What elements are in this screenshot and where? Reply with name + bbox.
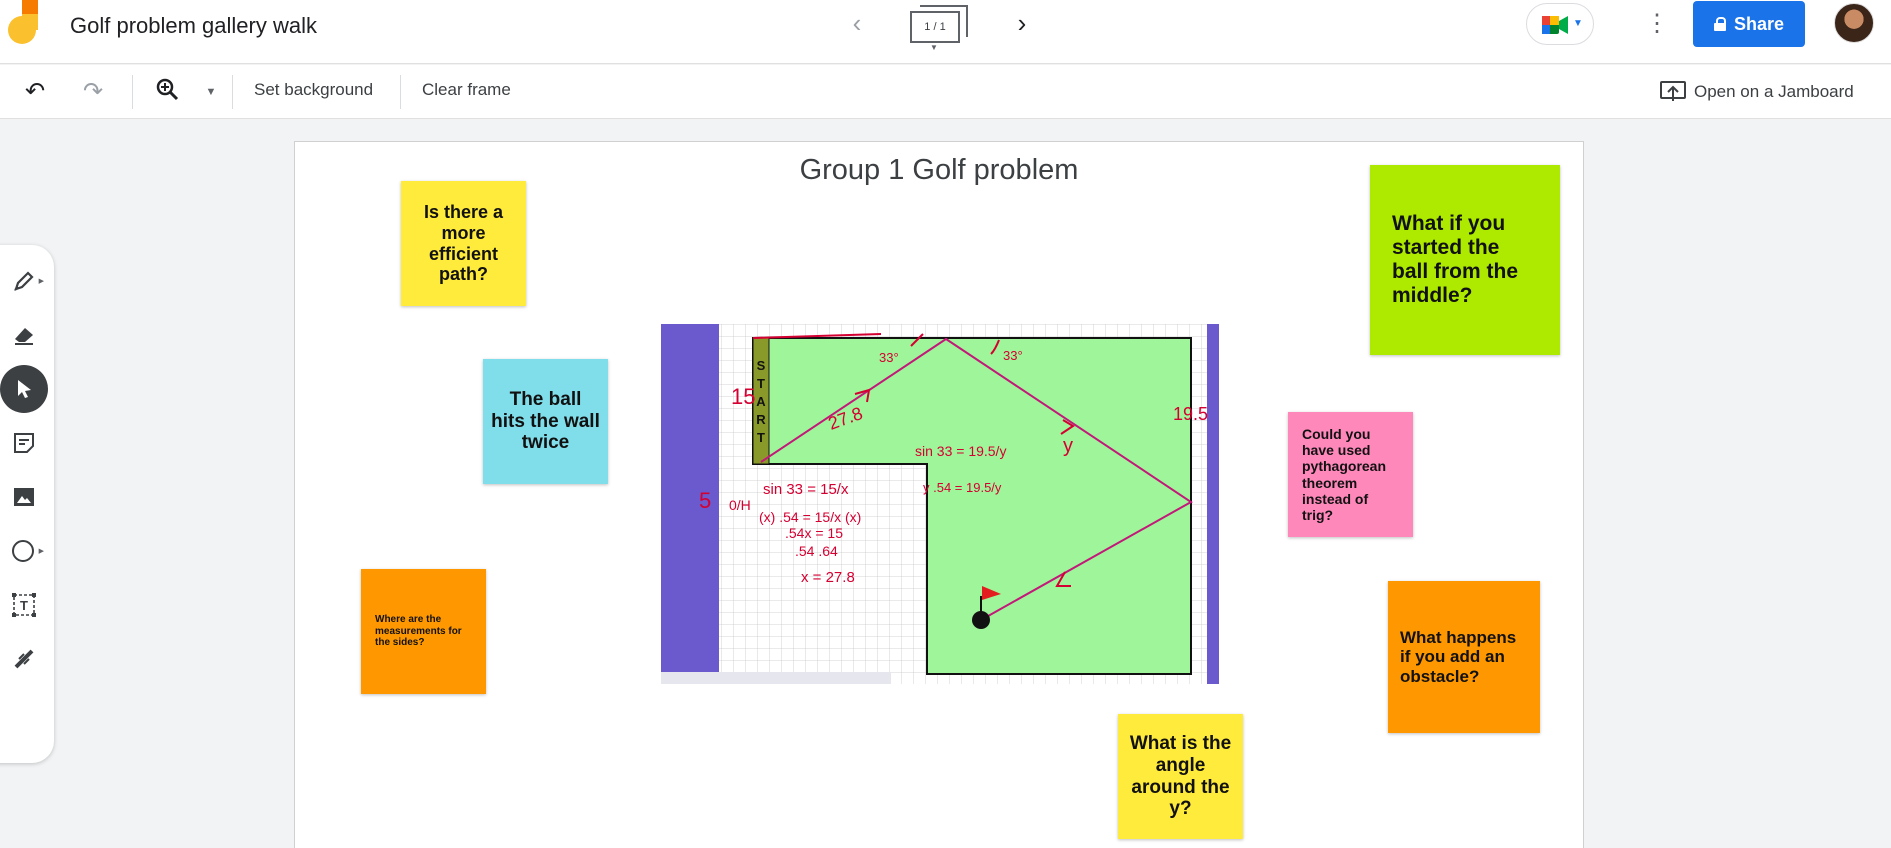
tool-rail: ▶ ▶ T: [0, 245, 54, 763]
svg-text:y .54 = 19.5/y: y .54 = 19.5/y: [923, 480, 1002, 495]
svg-text:33°: 33°: [1003, 348, 1023, 363]
open-on-jamboard-button[interactable]: Open on a Jamboard: [1660, 77, 1854, 107]
image-bottom-strip: [661, 672, 891, 684]
cursor-arrow-icon: [18, 380, 31, 398]
eraser-icon: [15, 328, 33, 345]
open-jamboard-label: Open on a Jamboard: [1694, 82, 1854, 101]
laser-tool-button[interactable]: [0, 635, 48, 683]
svg-text:33°: 33°: [879, 350, 899, 365]
golf-diagram-svg: S T A R T 15 33° 33° 27.8 19.5 y 5 0/H s…: [661, 324, 1219, 684]
svg-text:T: T: [757, 430, 765, 445]
sticky-note-text: Is there a more efficient path?: [423, 202, 504, 285]
previous-frame-button[interactable]: ‹: [843, 10, 871, 38]
shape-tool-button[interactable]: ▶: [0, 527, 48, 575]
select-tool-button[interactable]: [0, 365, 48, 413]
text-box-tool-button[interactable]: T: [0, 581, 48, 629]
sticky-note-text: What happens if you add an obstacle?: [1400, 627, 1517, 686]
svg-text:.54 .64: .54 .64: [795, 543, 838, 559]
sticky-note-text: What if you started the ball from the mi…: [1392, 211, 1519, 308]
zoom-chevron-down-icon[interactable]: ▼: [196, 77, 226, 107]
clear-frame-button[interactable]: Clear frame: [422, 80, 511, 100]
svg-text:S: S: [757, 358, 766, 373]
next-frame-button[interactable]: ›: [1008, 10, 1036, 38]
svg-text:x = 27.8: x = 27.8: [801, 569, 855, 586]
sticky-note-hits-wall[interactable]: The ball hits the wall twice: [483, 359, 608, 484]
shape-caret-icon: ▶: [38, 548, 44, 555]
svg-text:19.5: 19.5: [1173, 404, 1208, 424]
svg-text:sin 33 = 19.5/y: sin 33 = 19.5/y: [915, 443, 1006, 459]
toolbar-divider: [400, 75, 401, 109]
open-jamboard-icon: [1660, 81, 1686, 101]
text-box-icon: T: [12, 593, 36, 617]
share-button[interactable]: Share: [1693, 1, 1805, 47]
zoom-icon[interactable]: [152, 77, 182, 107]
svg-text:R: R: [756, 412, 766, 427]
svg-text:T: T: [757, 376, 765, 391]
svg-text:0/H: 0/H: [729, 497, 751, 513]
eraser-tool-button[interactable]: [0, 311, 48, 359]
pen-icon: [14, 271, 34, 291]
purple-band-right: [1207, 324, 1219, 684]
image-icon: [14, 488, 34, 506]
chevron-down-icon: ▼: [930, 43, 938, 52]
pen-tool-button[interactable]: ▶: [0, 257, 48, 305]
more-options-icon[interactable]: ⋮: [1645, 8, 1669, 40]
svg-text:sin 33 = 15/x: sin 33 = 15/x: [763, 481, 849, 498]
pen-caret-icon: ▶: [38, 278, 44, 285]
golf-course-drawing[interactable]: S T A R T 15 33° 33° 27.8 19.5 y 5 0/H s…: [661, 324, 1219, 684]
meet-button[interactable]: ▼: [1526, 3, 1594, 45]
top-bar: Golf problem gallery walk ‹ 1 / 1 ▼ › ▼ …: [0, 0, 1891, 64]
sticky-note-text: Where are the measurements for the sides…: [375, 614, 462, 649]
sticky-note-tool-button[interactable]: [0, 419, 48, 467]
sticky-note-start-middle[interactable]: What if you started the ball from the mi…: [1370, 165, 1560, 355]
share-label: Share: [1733, 13, 1785, 34]
frame-counter-label: 1 / 1: [910, 11, 960, 43]
toolbar-divider: [232, 75, 233, 109]
redo-icon[interactable]: ↷: [78, 77, 108, 107]
circle-shape-icon: [12, 540, 34, 562]
avatar[interactable]: [1834, 3, 1874, 43]
lock-icon: [1713, 17, 1726, 31]
sticky-note-measurements[interactable]: Where are the measurements for the sides…: [361, 569, 486, 694]
frame-counter-button[interactable]: 1 / 1 ▼: [910, 5, 970, 52]
sticky-note-text: The ball hits the wall twice: [491, 388, 600, 454]
sticky-note-pythagorean[interactable]: Could you have used pythagorean theorem …: [1288, 412, 1413, 537]
svg-text:A: A: [756, 394, 766, 409]
sticky-note-obstacle[interactable]: What happens if you add an obstacle?: [1388, 581, 1540, 733]
set-background-button[interactable]: Set background: [254, 80, 373, 100]
toolbar-divider: [132, 75, 133, 109]
sticky-note-icon: [14, 433, 34, 453]
jam-frame-canvas[interactable]: Group 1 Golf problem S T A R T 15 33° 33…: [294, 141, 1584, 848]
svg-text:T: T: [20, 598, 28, 613]
sticky-note-efficient-path[interactable]: Is there a more efficient path?: [401, 181, 526, 306]
laser-icon: [14, 649, 34, 669]
svg-text:y: y: [1063, 435, 1073, 457]
image-tool-button[interactable]: [0, 473, 48, 521]
sticky-note-text: Could you have used pythagorean theorem …: [1302, 426, 1387, 523]
svg-text:15: 15: [731, 384, 755, 409]
svg-text:.54x = 15: .54x = 15: [785, 525, 843, 541]
svg-text:(x) .54 = 15/x (x): (x) .54 = 15/x (x): [759, 509, 861, 525]
jamboard-logo-icon[interactable]: [8, 0, 42, 48]
toolbar: ↶ ↷ ▼ Set background Clear frame Open on…: [0, 65, 1891, 119]
svg-text:5: 5: [699, 488, 711, 513]
sticky-note-text: What is the angle around the y?: [1129, 732, 1232, 820]
undo-icon[interactable]: ↶: [20, 77, 50, 107]
meet-camera-icon: [1542, 16, 1568, 34]
document-title[interactable]: Golf problem gallery walk: [70, 13, 317, 39]
meet-chevron-down-icon: ▼: [1573, 18, 1583, 29]
sticky-note-angle-y[interactable]: What is the angle around the y?: [1118, 714, 1243, 839]
